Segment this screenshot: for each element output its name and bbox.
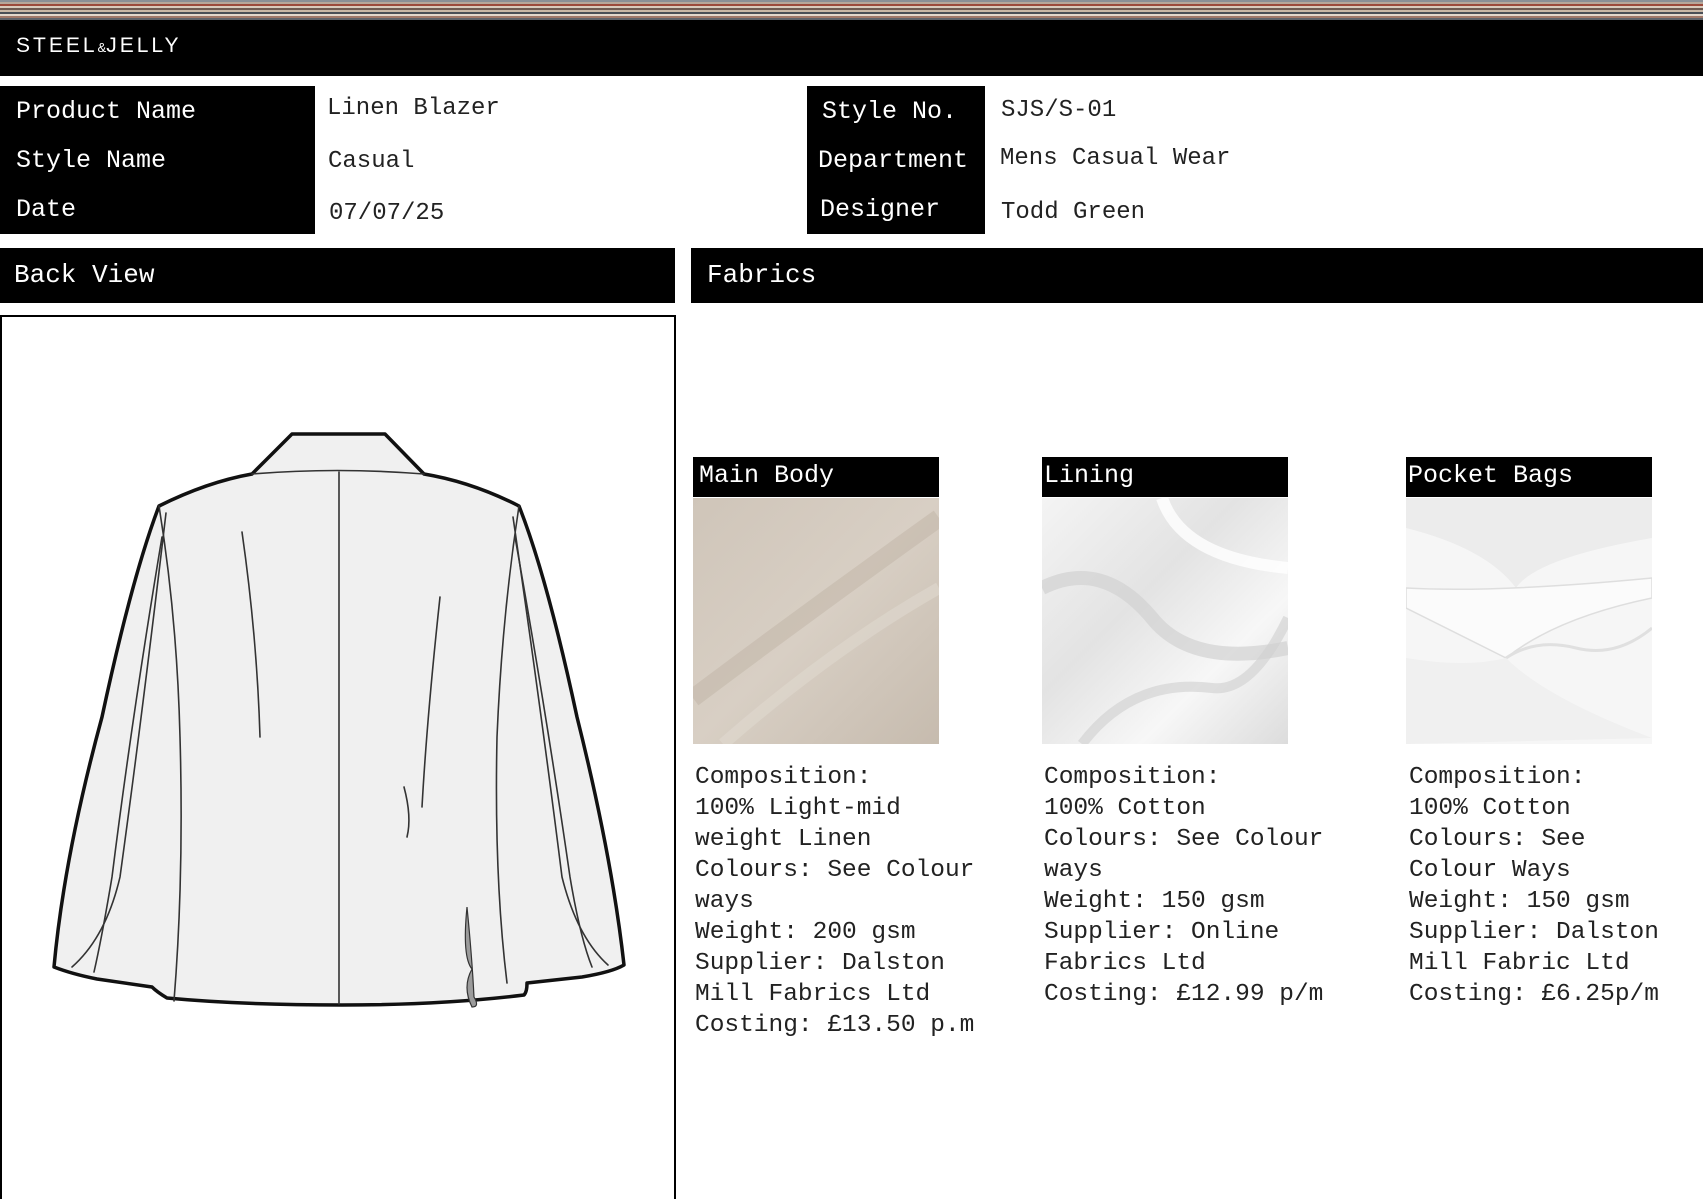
product-name-label: Product Name xyxy=(16,97,197,126)
date-value: 07/07/25 xyxy=(329,200,445,227)
fabric-spec-line: Colour Ways xyxy=(1409,857,1571,884)
fabric-spec-lining: Composition: 100% Cotton Colours: See Colo… xyxy=(1044,762,1384,1010)
fabric-spec-line: 100% Cotton xyxy=(1044,795,1206,822)
back-view-frame xyxy=(0,315,676,1199)
fabric-spec-line: Colours: See xyxy=(1409,826,1586,853)
fabric-spec-line: ways xyxy=(1044,857,1103,884)
fabric-spec-line: Mill Fabrics Ltd xyxy=(695,981,931,1008)
fabric-title-pocket-bags: Pocket Bags xyxy=(1408,461,1574,490)
brand-logo: STEEL&JELLY xyxy=(16,34,182,57)
style-no-value: SJS/S-01 xyxy=(1001,97,1117,124)
fabric-spec-line: Fabrics Ltd xyxy=(1044,950,1206,977)
style-no-label: Style No. xyxy=(822,97,958,126)
fabric-spec-line: Weight: 150 gsm xyxy=(1409,888,1630,915)
fabric-header-main-body: Main Body xyxy=(693,457,939,497)
designer-label: Designer xyxy=(820,195,941,224)
fabric-spec-line: Costing: £13.50 p.m xyxy=(695,1012,975,1039)
back-view-title: Back View xyxy=(14,260,155,290)
brand-header-bar: STEEL&JELLY xyxy=(0,20,1703,76)
fabric-title-main-body: Main Body xyxy=(699,461,835,490)
style-name-label: Style Name xyxy=(16,146,167,175)
department-label: Department xyxy=(818,146,969,175)
decorative-stripe-bar xyxy=(0,0,1703,20)
fabric-spec-line: Supplier: Dalston xyxy=(695,950,945,977)
fabric-header-pocket-bags: Pocket Bags xyxy=(1406,457,1652,497)
fabric-spec-line: Composition: xyxy=(1044,764,1221,791)
fabric-spec-line: Supplier: Dalston xyxy=(1409,919,1659,946)
fabrics-title: Fabrics xyxy=(707,260,817,290)
back-view-section-header: Back View xyxy=(0,248,675,303)
fabric-header-lining: Lining xyxy=(1042,457,1288,497)
swatch-lining-satin xyxy=(1042,498,1288,744)
product-name-value: Linen Blazer xyxy=(327,95,500,122)
blazer-back-sketch xyxy=(52,432,626,1008)
fabric-spec-line: 100% Cotton xyxy=(1409,795,1571,822)
fabric-spec-line: Colours: See Colour xyxy=(695,857,975,884)
department-value: Mens Casual Wear xyxy=(1000,145,1231,172)
fabrics-section-header: Fabrics xyxy=(691,248,1703,303)
fabric-title-lining: Lining xyxy=(1044,461,1135,490)
fabric-spec-line: Weight: 200 gsm xyxy=(695,919,916,946)
fabric-spec-line: Composition: xyxy=(1409,764,1586,791)
fabric-spec-line: Mill Fabric Ltd xyxy=(1409,950,1630,977)
fabric-spec-line: Costing: £6.25p/m xyxy=(1409,981,1659,1008)
fabric-spec-line: 100% Light-mid xyxy=(695,795,901,822)
style-name-value: Casual xyxy=(328,148,415,175)
fabric-spec-main-body: Composition: 100% Light-mid weight Linen Co… xyxy=(695,762,1035,1041)
fabric-spec-pocket-bags: Composition: 100% Cotton Colours: See Colou… xyxy=(1409,762,1703,1010)
fabric-spec-line: ways xyxy=(695,888,754,915)
date-label: Date xyxy=(16,195,77,224)
fabric-spec-line: Colours: See Colour xyxy=(1044,826,1324,853)
swatch-pocket-bags-cotton xyxy=(1406,498,1652,744)
fabric-spec-line: weight Linen xyxy=(695,826,872,853)
fabric-spec-line: Costing: £12.99 p/m xyxy=(1044,981,1324,1008)
fabric-spec-line: Composition: xyxy=(695,764,872,791)
swatch-main-body-linen xyxy=(693,498,939,744)
fabric-spec-line: Weight: 150 gsm xyxy=(1044,888,1265,915)
designer-value: Todd Green xyxy=(1001,199,1146,226)
fabric-spec-line: Supplier: Online xyxy=(1044,919,1280,946)
